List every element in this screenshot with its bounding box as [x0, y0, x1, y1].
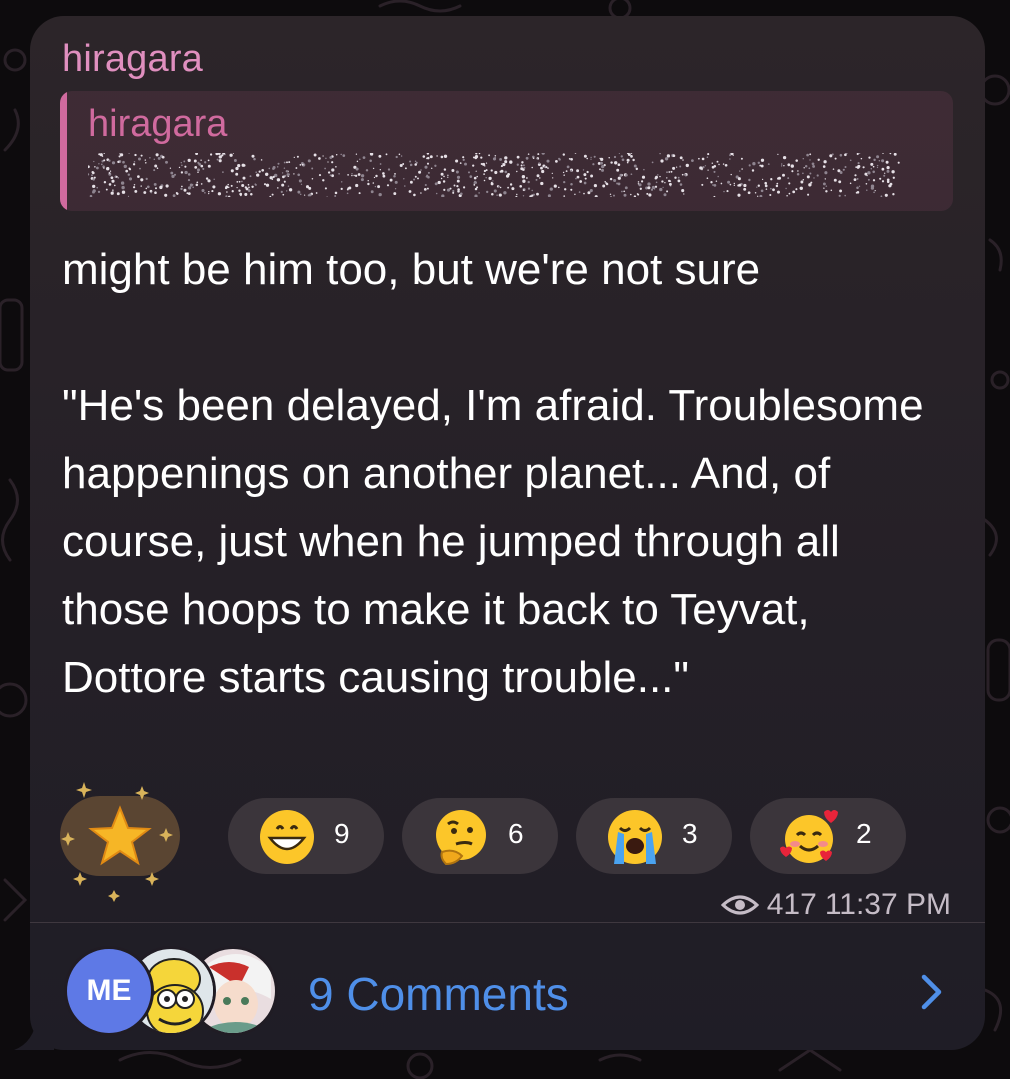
- grinning-face-icon: [260, 810, 314, 864]
- reply-quote[interactable]: hiragara: [60, 91, 953, 211]
- thinking-face-icon: [436, 810, 486, 866]
- smiling-face-with-hearts-icon: [780, 810, 838, 863]
- loudly-crying-face-icon: [608, 810, 662, 864]
- reaction-star[interactable]: [60, 782, 180, 902]
- channel-name[interactable]: hiragara: [62, 38, 203, 81]
- message-bubble[interactable]: hiragara hiragara might be him too, but …: [30, 16, 985, 1050]
- reaction-count: 6: [508, 818, 524, 849]
- message-time: 11:37 PM: [824, 888, 951, 921]
- reply-author: hiragara: [88, 103, 228, 145]
- commenter-avatars: ME: [64, 946, 284, 1038]
- comments-button[interactable]: ME 9 Comments: [30, 924, 985, 1050]
- reaction-crying[interactable]: 3: [576, 798, 732, 874]
- comments-label[interactable]: 9 Comments: [308, 967, 569, 1021]
- eye-icon: [720, 895, 759, 915]
- reaction-hearts[interactable]: 2: [750, 798, 906, 874]
- divider: [30, 922, 985, 923]
- spoiler-noise[interactable]: [88, 153, 900, 197]
- chevron-right-icon[interactable]: [919, 972, 945, 1012]
- reaction-count: 2: [856, 818, 872, 849]
- view-count: 417: [766, 888, 817, 921]
- reactions-bar: 9 6 3 2: [58, 782, 958, 902]
- reply-accent-bar: [60, 91, 67, 211]
- reaction-grinning[interactable]: 9: [228, 798, 384, 874]
- reaction-count: 9: [334, 818, 350, 849]
- reaction-thinking[interactable]: 6: [402, 798, 558, 874]
- message-text: might be him too, but we're not sure "He…: [62, 245, 924, 702]
- avatar-me: ME: [64, 946, 154, 1036]
- message-meta: 417 11:37 PM: [720, 888, 951, 922]
- reaction-count: 3: [682, 818, 698, 849]
- star-icon: [88, 805, 152, 866]
